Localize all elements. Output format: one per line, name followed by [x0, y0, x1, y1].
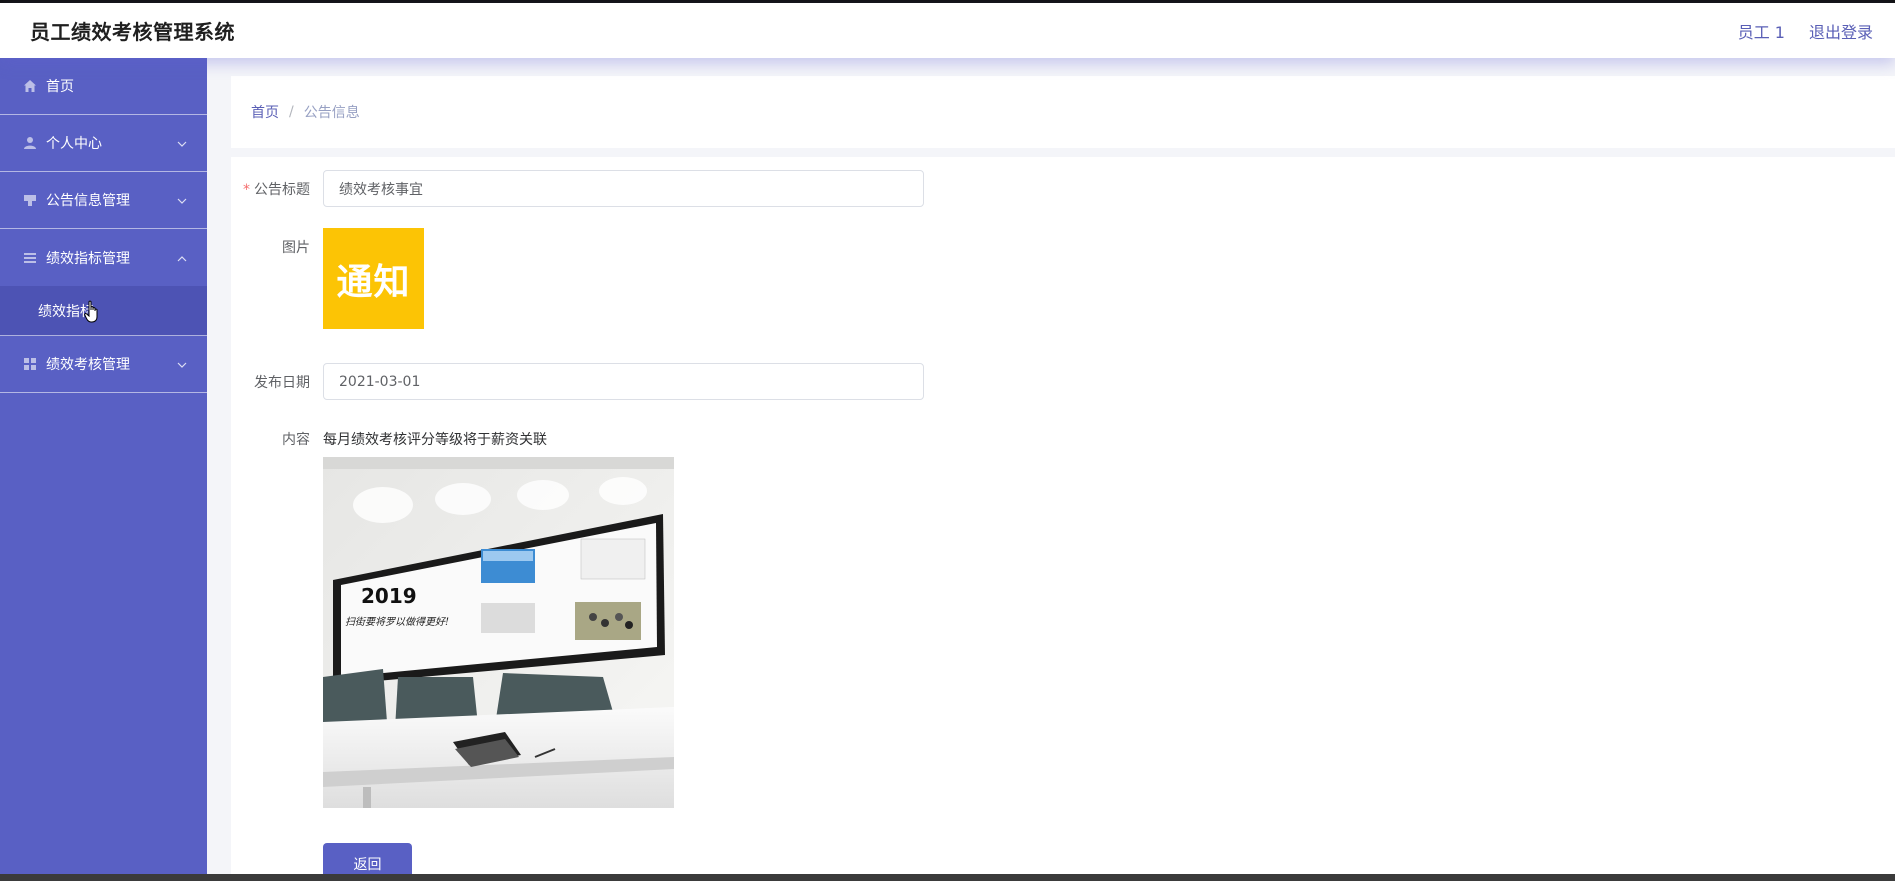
notice-image-text: 通知	[336, 260, 411, 303]
sidebar-item-assessment[interactable]: 绩效考核管理	[0, 336, 207, 393]
title-input[interactable]: 绩效考核事宜	[323, 170, 924, 207]
breadcrumb-home[interactable]: 首页	[251, 102, 279, 122]
sidebar-item-label: 绩效考核管理	[46, 357, 130, 373]
user-name[interactable]: 员工 1	[1738, 19, 1785, 43]
title-input-value: 绩效考核事宜	[339, 181, 423, 198]
logout-link[interactable]: 退出登录	[1809, 19, 1873, 43]
date-input[interactable]: 2021-03-01	[323, 363, 924, 400]
sidebar-item-label: 首页	[46, 79, 74, 95]
list-icon	[22, 250, 38, 266]
breadcrumb: 首页 / 公告信息	[231, 76, 1895, 148]
sidebar: 首页 个人中心 公告信息管理 绩效指标管理 绩效指标 绩效考核管理	[0, 58, 207, 881]
chevron-up-icon	[177, 250, 187, 266]
header: 员工绩效考核管理系统 员工 1 退出登录	[0, 3, 1895, 58]
image-label: 图片	[282, 240, 310, 256]
hand-cursor-icon	[84, 300, 100, 328]
sidebar-item-notice[interactable]: 公告信息管理	[0, 172, 207, 229]
detail-form: * 公告标题 绩效考核事宜 图片 通知 发布日期 2021-03-01 内容 每月…	[231, 157, 1895, 881]
app-title: 员工绩效考核管理系统	[30, 20, 235, 44]
chevron-down-icon	[177, 192, 187, 208]
notice-icon	[22, 192, 38, 208]
bottom-bar	[0, 874, 1895, 881]
chevron-down-icon	[177, 356, 187, 372]
sidebar-item-label: 公告信息管理	[46, 193, 130, 209]
sidebar-item-label: 个人中心	[46, 136, 102, 152]
title-label-text: 公告标题	[254, 182, 310, 198]
content-label: 内容	[282, 432, 310, 448]
sidebar-item-personal[interactable]: 个人中心	[0, 115, 207, 172]
breadcrumb-separator: /	[289, 104, 294, 120]
required-mark: *	[243, 182, 250, 198]
notice-image: 通知	[323, 228, 424, 329]
sidebar-item-label: 绩效指标管理	[46, 250, 130, 267]
content-image-year: 2019	[361, 584, 417, 608]
content-text: 每月绩效考核评分等级将于薪资关联	[323, 432, 547, 448]
sidebar-item-kpi[interactable]: 绩效指标管理	[0, 229, 207, 286]
chevron-down-icon	[177, 135, 187, 151]
submenu-kpi: 绩效指标	[0, 286, 207, 336]
content-image-slogan: 扫街要将罗以做得更好!	[345, 616, 449, 628]
title-label: * 公告标题	[230, 179, 310, 199]
breadcrumb-current: 公告信息	[303, 105, 360, 121]
user-icon	[22, 135, 38, 151]
header-actions: 员工 1 退出登录	[1738, 19, 1873, 43]
date-label: 发布日期	[254, 375, 310, 391]
date-input-value: 2021-03-01	[339, 373, 421, 390]
grid-icon	[22, 356, 38, 372]
home-icon	[22, 78, 38, 94]
sidebar-subitem-kpi[interactable]: 绩效指标	[0, 286, 207, 336]
sidebar-item-home[interactable]: 首页	[0, 58, 207, 115]
content-image: 2019 扫街要将罗以做得更好!	[323, 457, 674, 808]
